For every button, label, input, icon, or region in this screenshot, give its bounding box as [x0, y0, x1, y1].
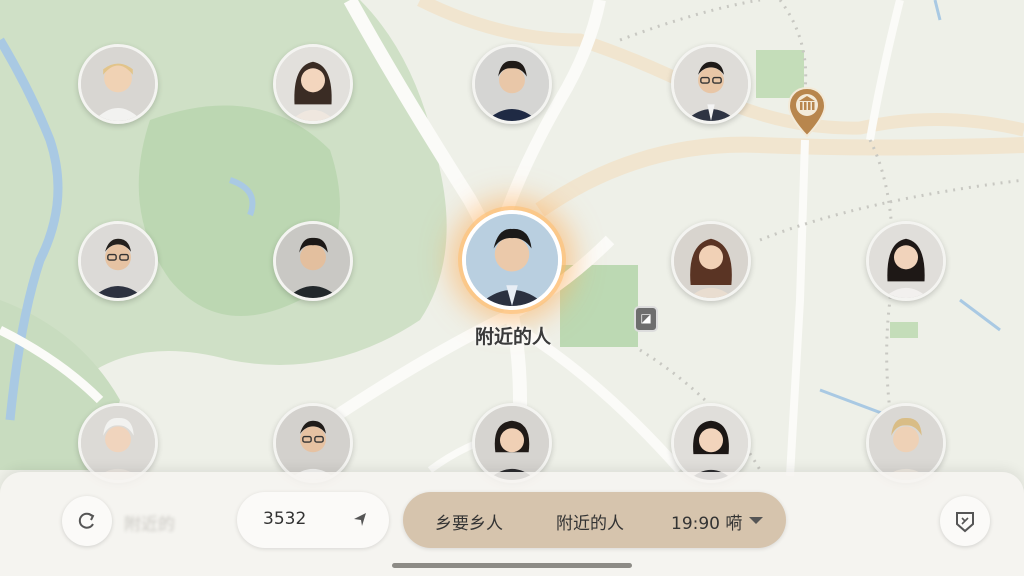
- avatar-white-haired-person[interactable]: [78, 403, 158, 483]
- avatar-blond-person[interactable]: [866, 403, 946, 483]
- avatar-woman-short-hair[interactable]: [472, 403, 552, 483]
- avatar-young-man-dark-jacket[interactable]: [273, 221, 353, 301]
- location-arrow-icon: [354, 513, 366, 526]
- building-pin-icon[interactable]: [787, 86, 827, 138]
- chat-marker-icon[interactable]: ◪: [634, 306, 658, 332]
- refresh-icon: [78, 512, 95, 529]
- avatar-woman-dark-hair[interactable]: [866, 221, 946, 301]
- nearby-count: 3532: [263, 509, 307, 529]
- map-shield-icon: [956, 512, 974, 533]
- map-shield-button[interactable]: [940, 496, 990, 546]
- avatar-man-glasses-suit[interactable]: [671, 44, 751, 124]
- nearby-count-pill[interactable]: 3532: [237, 492, 389, 548]
- avatar-young-man-navy-jacket[interactable]: [472, 44, 552, 124]
- avatar-man-glasses-blazer[interactable]: [78, 221, 158, 301]
- faded-hint-text: 附近的: [124, 515, 175, 535]
- avatar-woman-long-hair[interactable]: [273, 44, 353, 124]
- center-location-label: 附近的人: [474, 326, 551, 348]
- avatar-man-glasses-shirt[interactable]: [273, 403, 353, 483]
- filter-option-time[interactable]: 19:90 嗬: [671, 509, 742, 534]
- avatar-woman-bob-hair[interactable]: [671, 403, 751, 483]
- avatar-blond-young-man[interactable]: [78, 44, 158, 124]
- home-indicator[interactable]: [392, 563, 632, 568]
- avatar-woman-wavy-hair[interactable]: [671, 221, 751, 301]
- filter-option-nearby[interactable]: 附近的人: [556, 509, 624, 534]
- chevron-down-icon[interactable]: [749, 517, 763, 524]
- filter-bar: 乡要乡人 附近的人 19:90 嗬: [403, 492, 786, 548]
- avatar-center-man-suit[interactable]: [462, 210, 562, 310]
- filter-option-1[interactable]: 乡要乡人: [435, 509, 503, 534]
- refresh-button[interactable]: [62, 496, 112, 546]
